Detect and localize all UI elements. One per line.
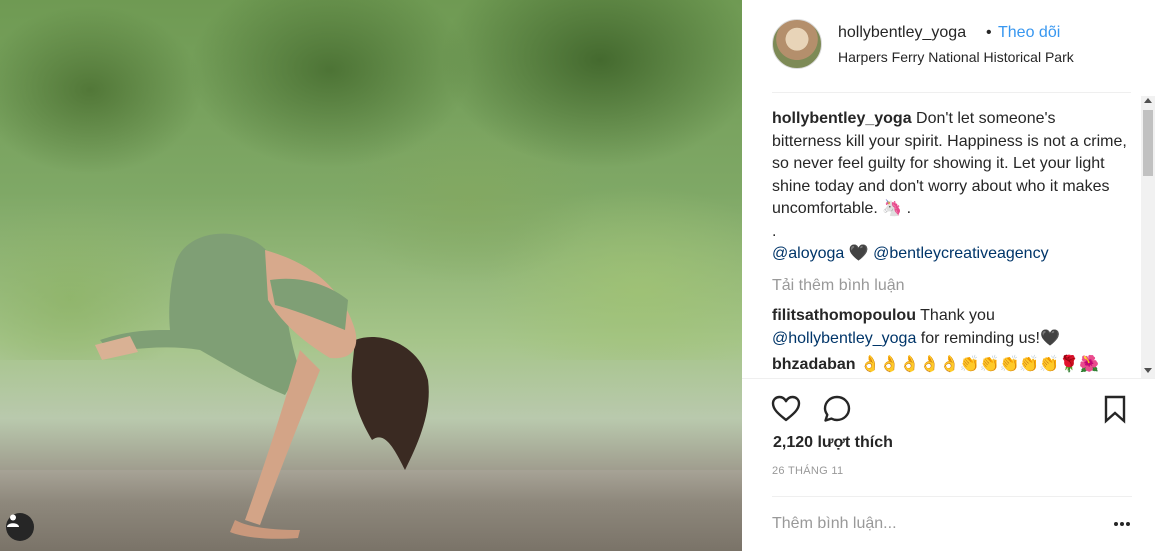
comment-username[interactable]: filitsathomopoulou: [772, 307, 916, 324]
avatar[interactable]: [772, 19, 822, 69]
dot: [1114, 522, 1118, 526]
follow-button[interactable]: Theo dõi: [998, 24, 1060, 42]
post-location[interactable]: Harpers Ferry National Historical Park: [838, 49, 1074, 65]
yoga-figure-illustration: [95, 233, 429, 539]
comment-username[interactable]: bhzadaban: [772, 356, 856, 373]
caption-mentions: @aloyoga 🖤 @bentleycreativeagency: [772, 243, 1129, 266]
header-separator: •: [986, 24, 992, 41]
mention-link[interactable]: @hollybentley_yoga: [772, 330, 916, 347]
scroll-down-arrow-icon[interactable]: [1144, 368, 1152, 373]
post-side-panel: hollybentley_yoga • Theo dõi Harpers Fer…: [742, 0, 1155, 551]
post-actions: [742, 378, 1155, 437]
load-more-comments[interactable]: Tải thêm bình luận: [772, 275, 1129, 298]
comments-scrollbar[interactable]: [1141, 96, 1155, 378]
caption-dot-line: .: [772, 222, 777, 240]
comment-text: for reminding us!🖤: [916, 329, 1060, 347]
like-count[interactable]: 2,120 lượt thích: [773, 434, 893, 452]
add-comment-input[interactable]: [772, 512, 1092, 536]
heart-emoji: 🖤: [844, 245, 874, 262]
bookmark-icon[interactable]: [1099, 393, 1131, 425]
post-photo[interactable]: [0, 0, 742, 551]
header-divider: [772, 92, 1131, 93]
mention-link[interactable]: @aloyoga: [772, 245, 844, 262]
dot: [1120, 522, 1124, 526]
add-comment-divider: [772, 496, 1132, 497]
post-header: hollybentley_yoga • Theo dõi Harpers Fer…: [742, 0, 1155, 92]
user-tag-icon[interactable]: [6, 513, 34, 541]
post-date[interactable]: 26 THÁNG 11: [772, 465, 843, 477]
heart-icon[interactable]: [770, 393, 802, 425]
caption-username[interactable]: hollybentley_yoga: [772, 110, 912, 127]
list-item: filitsathomopoulou Thank you @hollybentl…: [772, 305, 1129, 350]
comment-text: 👌👌👌👌👌👏👏👏👏👏🌹🌺: [855, 356, 1100, 373]
scroll-up-arrow-icon[interactable]: [1144, 98, 1152, 103]
post-author-username[interactable]: hollybentley_yoga: [838, 24, 966, 42]
comment-text: Thank you: [915, 307, 995, 324]
dot: [1126, 522, 1130, 526]
list-item: bhzadaban 👌👌👌👌👌👏👏👏👏👏🌹🌺: [772, 354, 1129, 377]
mention-link[interactable]: @bentleycreativeagency: [873, 245, 1048, 262]
comments-list: hollybentley_yoga Don't let someone's bi…: [772, 108, 1129, 378]
more-options-icon[interactable]: [1112, 515, 1132, 533]
caption: hollybentley_yoga Don't let someone's bi…: [772, 108, 1129, 221]
scrollbar-thumb[interactable]: [1143, 110, 1153, 176]
comment-icon[interactable]: [821, 393, 853, 425]
